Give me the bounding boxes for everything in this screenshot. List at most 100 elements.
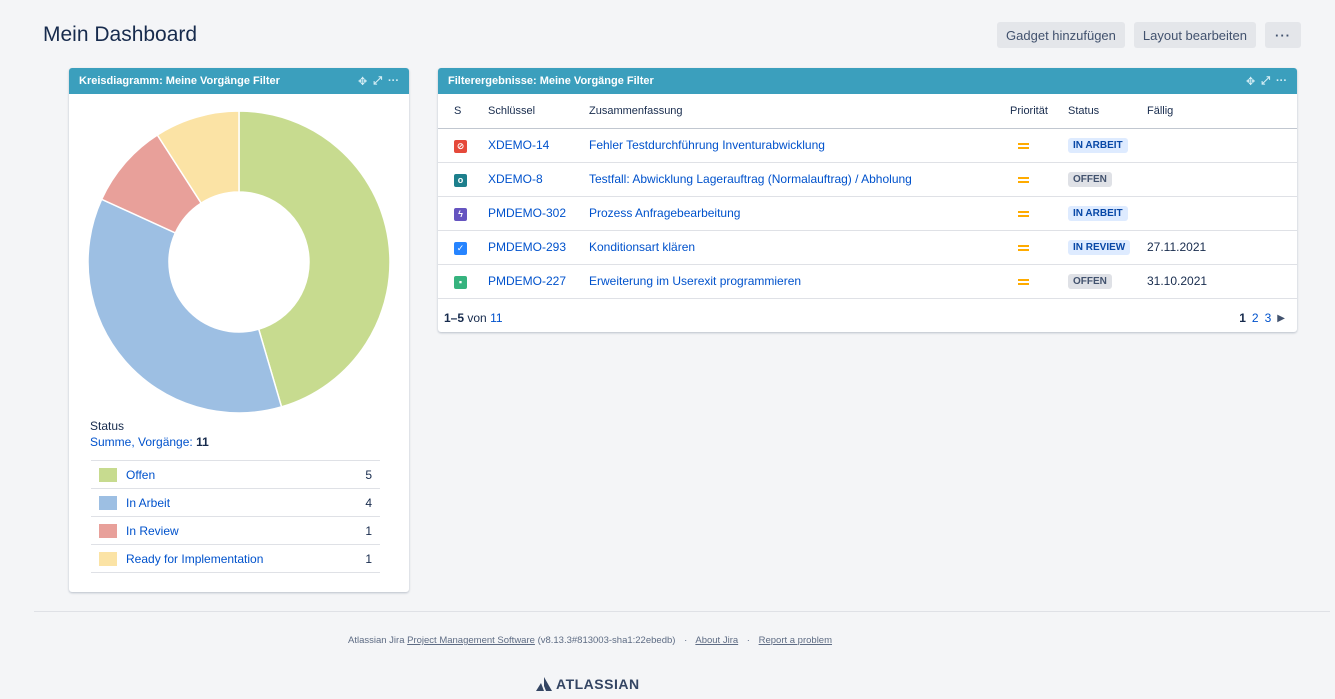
footer-separator: · <box>684 635 688 646</box>
footer-version: (v8.13.3#813003-sha1:22ebedb) <box>537 635 676 646</box>
maximize-icon[interactable]: ⤢ <box>1261 75 1270 88</box>
column-header-due[interactable]: Fällig <box>1147 94 1297 129</box>
result-range: 1–5 <box>444 311 465 325</box>
pagination: 1–5 von 11 1 2 3 ▶ <box>438 304 1297 332</box>
column-header-summary[interactable]: Zusammenfassung <box>589 94 1010 129</box>
due-date: 31.10.2021 <box>1147 264 1297 299</box>
column-header-priority[interactable]: Priorität <box>1010 94 1068 129</box>
issue-summary-link[interactable]: Prozess Anfragebearbeitung <box>589 206 740 220</box>
add-gadget-button[interactable]: Gadget hinzufügen <box>997 22 1125 48</box>
page-link[interactable]: 3 <box>1265 311 1272 325</box>
priority-medium-icon <box>1018 211 1029 217</box>
page-title: Mein Dashboard <box>43 23 198 46</box>
priority-medium-icon <box>1018 245 1029 251</box>
pie-sum-label: Summe, Vorgänge: <box>90 435 193 449</box>
due-date: 27.11.2021 <box>1147 230 1297 265</box>
column-header-status[interactable]: Status <box>1068 94 1147 129</box>
legend-row-ready: Ready for Implementation 1 <box>91 545 380 573</box>
gadget-title-bar[interactable]: Kreisdiagramm: Meine Vorgänge Filter ✥ ⤢… <box>69 68 409 94</box>
page-link-current: 1 <box>1239 311 1246 325</box>
story-icon[interactable]: ▪ <box>454 275 467 289</box>
table-row: ✓ PMDEMO-293 Konditionsart klären IN REV… <box>438 230 1297 265</box>
legend-swatch <box>99 523 117 538</box>
more-actions-button[interactable]: ··· <box>1265 22 1301 48</box>
gadget-controls: ✥ ⤢ ··· <box>358 75 399 88</box>
status-badge: IN ARBEIT <box>1068 138 1128 153</box>
issue-summary-link[interactable]: Konditionsart klären <box>589 240 695 254</box>
footer-divider <box>34 611 1330 612</box>
pie-chart <box>87 110 391 414</box>
pie-chart-svg <box>87 110 391 414</box>
maximize-icon[interactable]: ⤢ <box>373 75 382 88</box>
legend-count: 1 <box>365 551 372 566</box>
footer-separator: · <box>746 635 750 646</box>
legend-label-link[interactable]: Offen <box>126 468 352 482</box>
header-actions: Gadget hinzufügen Layout bearbeiten ··· <box>997 22 1301 48</box>
issue-summary-link[interactable]: Erweiterung im Userexit programmieren <box>589 274 801 288</box>
footer-prefix: Atlassian Jira <box>347 635 405 646</box>
test-icon[interactable]: o <box>454 173 467 187</box>
legend-count: 1 <box>365 523 372 538</box>
pie-status-label: Status <box>90 419 125 433</box>
result-count: 1–5 von 11 <box>444 311 503 325</box>
table-row: ⊘ XDEMO-14 Fehler Testdurchführung Inven… <box>438 128 1297 163</box>
dashboard-header: Mein Dashboard Gadget hinzufügen Layout … <box>43 18 1301 52</box>
atlassian-logo[interactable]: ATLASSIAN <box>536 676 640 692</box>
pm-software-link[interactable]: Project Management Software <box>407 635 535 646</box>
gadget-title-bar[interactable]: Filterergebnisse: Meine Vorgänge Filter … <box>438 68 1297 94</box>
dashboard-page: Mein Dashboard Gadget hinzufügen Layout … <box>0 0 1335 699</box>
move-icon[interactable]: ✥ <box>1246 75 1255 88</box>
legend-row-in-arbeit: In Arbeit 4 <box>91 489 380 517</box>
task-icon[interactable]: ✓ <box>454 241 467 255</box>
result-of: von <box>467 311 487 325</box>
result-total-link[interactable]: 11 <box>490 311 502 325</box>
due-date <box>1147 162 1297 197</box>
issue-key-link[interactable]: XDEMO-14 <box>488 138 549 152</box>
gadget-menu-icon[interactable]: ··· <box>1276 75 1287 88</box>
pie-slice-in-arbeit[interactable] <box>87 198 283 414</box>
legend-count: 4 <box>365 495 372 510</box>
edit-layout-button[interactable]: Layout bearbeiten <box>1133 22 1256 48</box>
issue-key-link[interactable]: PMDEMO-227 <box>488 274 566 288</box>
move-icon[interactable]: ✥ <box>358 75 367 88</box>
filter-results-gadget: Filterergebnisse: Meine Vorgänge Filter … <box>438 68 1297 332</box>
legend-swatch <box>99 551 117 566</box>
legend-count: 5 <box>365 467 372 482</box>
legend-label-link[interactable]: In Arbeit <box>126 496 352 510</box>
gadget-title: Kreisdiagramm: Meine Vorgänge Filter <box>79 75 280 87</box>
report-problem-link[interactable]: Report a problem <box>759 635 832 646</box>
priority-medium-icon <box>1018 143 1029 149</box>
atlassian-logo-text: ATLASSIAN <box>556 676 640 692</box>
issue-key-link[interactable]: XDEMO-8 <box>488 172 543 186</box>
next-page-icon[interactable]: ▶ <box>1277 313 1285 324</box>
column-header-key[interactable]: Schlüssel <box>488 94 589 129</box>
legend-swatch <box>99 495 117 510</box>
legend-row-offen: Offen 5 <box>91 461 380 489</box>
status-badge: IN REVIEW <box>1068 240 1131 255</box>
legend-swatch <box>99 467 117 482</box>
column-header-type[interactable]: S <box>438 94 488 129</box>
issue-key-link[interactable]: PMDEMO-302 <box>488 206 566 220</box>
legend-row-in-review: In Review 1 <box>91 517 380 545</box>
pie-sum-value: 11 <box>196 435 209 449</box>
about-jira-link[interactable]: About Jira <box>695 635 738 646</box>
legend-label-link[interactable]: In Review <box>126 524 352 538</box>
page-links: 1 2 3 ▶ <box>1239 311 1285 325</box>
table-header-row: S Schlüssel Zusammenfassung Priorität St… <box>438 94 1297 129</box>
gadget-title: Filterergebnisse: Meine Vorgänge Filter <box>448 75 654 87</box>
issue-summary-link[interactable]: Testfall: Abwicklung Lagerauftrag (Norma… <box>589 172 912 186</box>
blocker-icon[interactable]: ⊘ <box>454 139 467 153</box>
status-badge: IN ARBEIT <box>1068 206 1128 221</box>
issue-summary-link[interactable]: Fehler Testdurchführung Inventurabwicklu… <box>589 138 825 152</box>
epic-icon[interactable]: ϟ <box>454 207 467 221</box>
atlassian-logo-icon <box>536 677 552 691</box>
pie-sum: Summe, Vorgänge: 11 <box>90 435 209 449</box>
issues-table: S Schlüssel Zusammenfassung Priorität St… <box>438 94 1297 299</box>
legend-label-link[interactable]: Ready for Implementation <box>126 552 352 566</box>
footer: Atlassian Jira Project Management Softwa… <box>0 635 1180 646</box>
table-row: o XDEMO-8 Testfall: Abwicklung Lagerauft… <box>438 162 1297 197</box>
issue-key-link[interactable]: PMDEMO-293 <box>488 240 566 254</box>
gadget-menu-icon[interactable]: ··· <box>388 75 399 88</box>
page-link[interactable]: 2 <box>1252 311 1259 325</box>
due-date <box>1147 196 1297 231</box>
